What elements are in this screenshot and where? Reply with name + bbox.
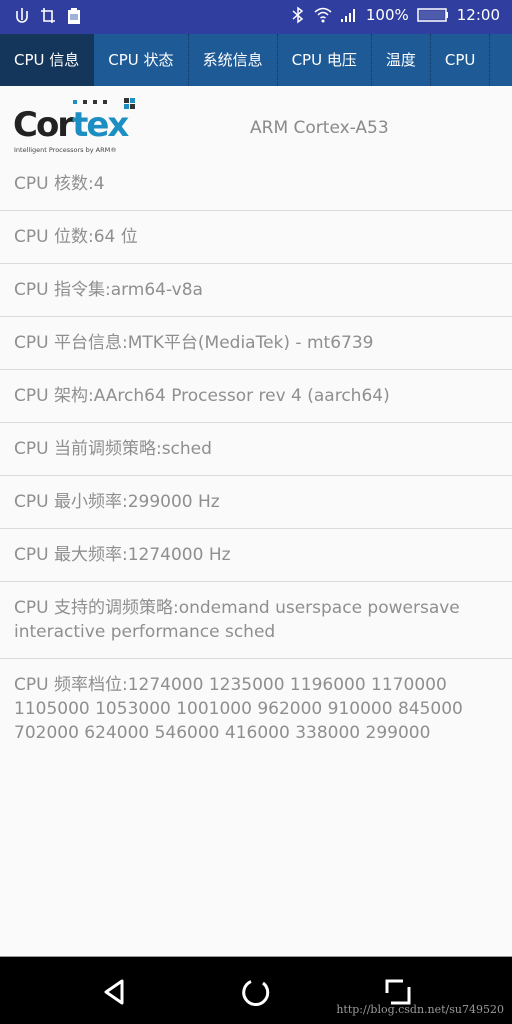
info-row-freq-steps: CPU 频率档位:1274000 1235000 1196000 1170000… xyxy=(0,658,512,759)
back-icon[interactable] xyxy=(98,975,132,1009)
tab-cpu-more[interactable]: CPU xyxy=(431,34,491,86)
logo-wordmark: Cortex xyxy=(13,105,129,145)
usb-icon xyxy=(16,8,28,23)
battery-icon xyxy=(417,8,448,22)
cortex-logo: Cortex Intelligent Processors by ARM® xyxy=(13,98,143,158)
cpu-model: ARM Cortex-A53 xyxy=(250,118,389,138)
info-row-architecture: CPU 架构:AArch64 Processor rev 4 (aarch64) xyxy=(0,369,512,422)
tab-cpu-status[interactable]: CPU 状态 xyxy=(94,34,189,86)
navigation-bar: http://blog.csdn.net/su749520 xyxy=(0,956,512,1024)
clipboard-icon xyxy=(68,8,80,24)
status-bar: 100% 12:00 xyxy=(0,0,512,34)
info-row-cores: CPU 核数:4 xyxy=(14,174,105,194)
tab-temperature[interactable]: 温度 xyxy=(372,34,431,86)
home-icon[interactable] xyxy=(239,975,273,1009)
tab-cpu-voltage[interactable]: CPU 电压 xyxy=(278,34,372,86)
battery-percent: 100% xyxy=(365,6,409,24)
info-row-supported-governors: CPU 支持的调频策略:ondemand userspace powersave… xyxy=(0,581,512,658)
tab-system-info[interactable]: 系统信息 xyxy=(189,34,278,86)
cpu-info-panel: Cortex Intelligent Processors by ARM® AR… xyxy=(0,86,512,956)
tab-cpu-info[interactable]: CPU 信息 xyxy=(0,34,95,86)
logo-dots xyxy=(73,100,107,104)
info-row-instruction-set: CPU 指令集:arm64-v8a xyxy=(0,263,512,316)
info-row-bits: CPU 位数:64 位 xyxy=(0,210,512,263)
info-row-platform: CPU 平台信息:MTK平台(MediaTek) - mt6739 xyxy=(0,316,512,369)
info-row-max-freq: CPU 最大频率:1274000 Hz xyxy=(0,528,512,581)
wifi-icon xyxy=(314,7,332,23)
bluetooth-icon xyxy=(292,6,304,24)
logo-tagline: Intelligent Processors by ARM® xyxy=(14,146,117,154)
info-row-current-governor: CPU 当前调频策略:sched xyxy=(0,422,512,475)
cpu-header: Cortex Intelligent Processors by ARM® AR… xyxy=(0,86,512,171)
signal-icon xyxy=(340,9,355,22)
info-row-min-freq: CPU 最小频率:299000 Hz xyxy=(0,475,512,528)
tab-bar: CPU 信息 CPU 状态 系统信息 CPU 电压 温度 CPU xyxy=(0,34,512,86)
watermark: http://blog.csdn.net/su749520 xyxy=(336,1003,504,1016)
clock: 12:00 xyxy=(456,6,500,24)
screenshot-icon xyxy=(41,8,55,23)
